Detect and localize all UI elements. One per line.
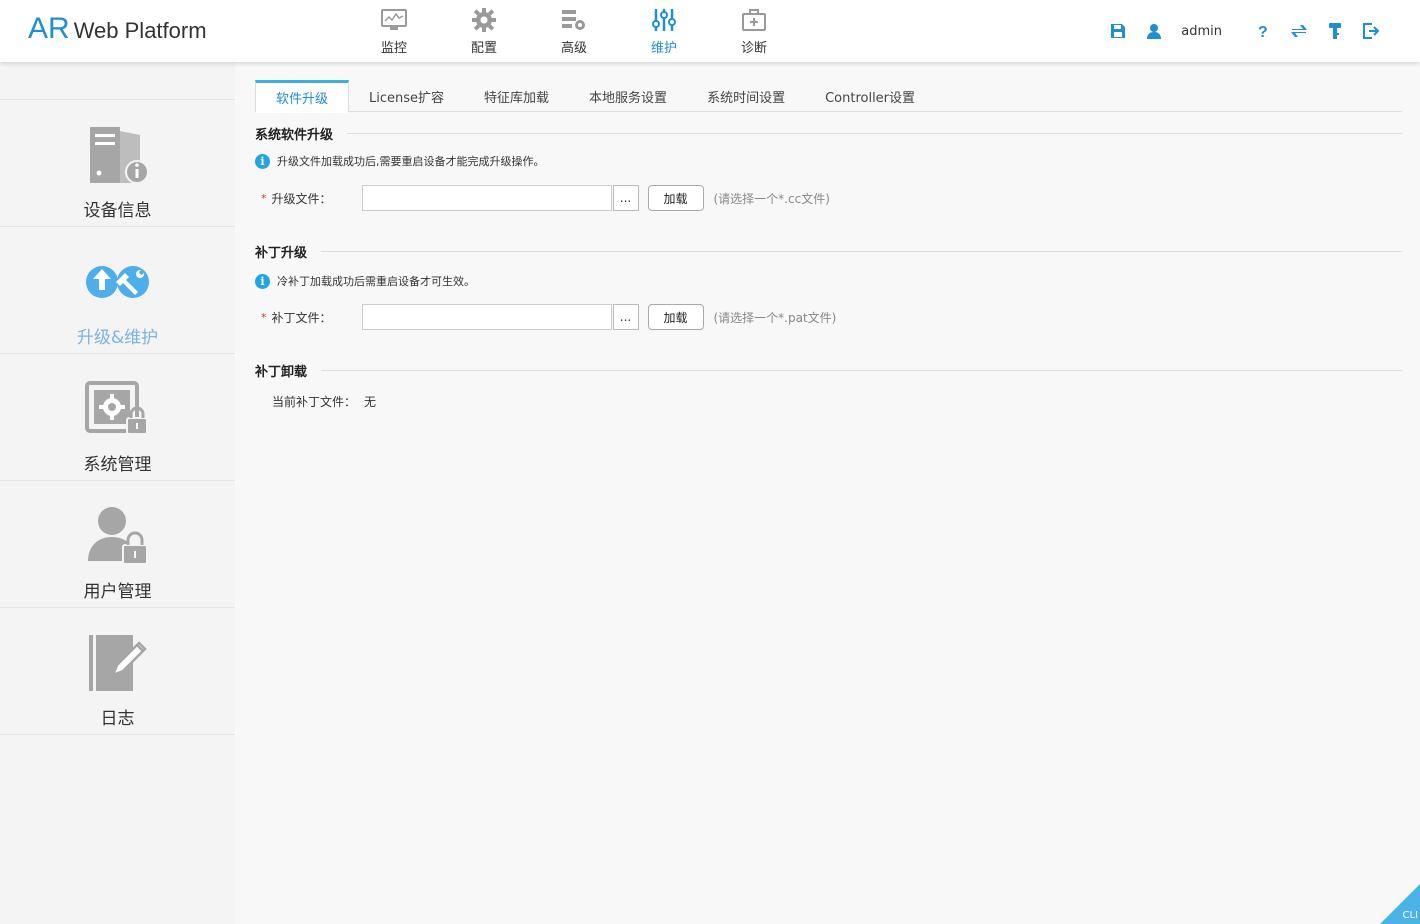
info-icon: i [255, 273, 270, 289]
tab-system-time[interactable]: 系统时间设置 [687, 80, 805, 112]
info-icon: i [255, 153, 270, 169]
upgrade-file-label: 升级文件： [271, 191, 332, 206]
tab-bar: 软件升级 License扩容 特征库加载 本地服务设置 系统时间设置 Contr… [255, 80, 1402, 113]
nav-diagnose[interactable]: 诊断 [709, 0, 799, 62]
upgrade-maintain-icon [83, 251, 153, 313]
nav-maintain-label: 维护 [650, 41, 677, 56]
tab-controller[interactable]: Controller设置 [805, 80, 935, 112]
switch-icon[interactable] [1290, 21, 1308, 41]
nav-monitor-label: 监控 [380, 41, 407, 56]
monitor-icon [381, 7, 407, 33]
first-aid-icon [741, 7, 767, 33]
divider [321, 370, 1402, 371]
log-icon [83, 632, 153, 694]
tab-license[interactable]: License扩容 [349, 80, 464, 112]
logo-ar: AR [28, 12, 70, 45]
patch-file-hint: (请选择一个*.pat文件) [713, 310, 837, 325]
user-manage-icon [83, 505, 153, 567]
patch-load-button[interactable]: 加载 [647, 304, 704, 330]
cli-button[interactable]: CLI [1380, 884, 1420, 924]
nav-monitor[interactable]: 监控 [349, 0, 439, 62]
sidebar-item-system-manage[interactable]: 系统管理 [0, 354, 235, 481]
required-mark: * [261, 310, 267, 324]
required-mark: * [261, 191, 267, 205]
tab-local-service[interactable]: 本地服务设置 [569, 80, 687, 112]
sidebar-item-device-info[interactable]: 设备信息 [0, 100, 235, 227]
advanced-icon [561, 7, 587, 33]
nav-advanced-label: 高级 [560, 41, 587, 56]
cli-label: CLI [1402, 910, 1418, 921]
sidebar: 设备信息 升级&维护 系统管理 用户管理 日志 [0, 62, 235, 924]
nav-diagnose-label: 诊断 [740, 41, 767, 56]
info-software-upgrade: i 升级文件加载成功后,需要重启设备才能完成升级操作。 [255, 153, 545, 169]
logout-icon[interactable] [1362, 21, 1380, 41]
tab-signature-load[interactable]: 特征库加载 [464, 80, 569, 112]
top-nav: 监控 配置 高级 维护 诊断 [349, 0, 799, 62]
main-content: 软件升级 License扩容 特征库加载 本地服务设置 系统时间设置 Contr… [235, 62, 1420, 924]
system-manage-icon [83, 378, 153, 440]
sidebar-item-log[interactable]: 日志 [0, 608, 235, 735]
patch-file-browse-button[interactable]: ... [612, 304, 639, 330]
username[interactable]: admin [1181, 24, 1222, 39]
sidebar-item-user-manage[interactable]: 用户管理 [0, 481, 235, 608]
header-tools: admin ? [1091, 20, 1380, 42]
nav-maintain[interactable]: 维护 [619, 0, 709, 62]
gear-icon [471, 7, 497, 33]
sidebar-item-label: 系统管理 [83, 455, 152, 475]
section-title: 补丁卸载 [255, 365, 308, 380]
upgrade-file-hint: (请选择一个*.cc文件) [713, 191, 830, 206]
help-icon[interactable]: ? [1254, 21, 1272, 41]
info-text: 升级文件加载成功后,需要重启设备才能完成升级操作。 [277, 155, 545, 168]
sidebar-item-upgrade-maintain[interactable]: 升级&维护 [0, 227, 235, 354]
current-patch-row: 当前补丁文件： 无 [272, 393, 376, 410]
section-title: 补丁升级 [255, 246, 308, 261]
upgrade-file-input[interactable] [361, 185, 612, 211]
upgrade-file-row: * 升级文件： ... 加载 (请选择一个*.cc文件) [261, 185, 830, 211]
sliders-icon [651, 7, 677, 33]
sidebar-item-label: 用户管理 [83, 582, 152, 602]
info-patch-upgrade: i 冷补丁加载成功后需重启设备才可生效。 [255, 273, 475, 289]
nav-config-label: 配置 [470, 41, 497, 56]
sidebar-spacer [0, 62, 235, 100]
logo-text: Web Platform [73, 18, 207, 43]
device-info-icon [83, 124, 153, 186]
section-software-upgrade: 系统软件升级 [255, 124, 1402, 143]
info-text: 冷补丁加载成功后需重启设备才可生效。 [277, 275, 475, 288]
tab-software-upgrade[interactable]: 软件升级 [255, 80, 350, 113]
user-icon[interactable] [1145, 21, 1163, 41]
patch-file-row: * 补丁文件： ... 加载 (请选择一个*.pat文件) [261, 304, 836, 330]
svg-text:?: ? [1258, 24, 1268, 40]
current-patch-label: 当前补丁文件： [272, 395, 357, 409]
nav-advanced[interactable]: 高级 [529, 0, 619, 62]
nav-config[interactable]: 配置 [439, 0, 529, 62]
upgrade-load-button[interactable]: 加载 [647, 185, 704, 211]
header: AR Web Platform 监控 配置 高级 维护 诊断 admin ? [0, 0, 1420, 62]
sidebar-item-label: 设备信息 [83, 201, 152, 221]
save-icon[interactable] [1109, 21, 1127, 41]
section-patch-upgrade: 补丁升级 [255, 242, 1402, 261]
divider [347, 133, 1402, 134]
logo: AR Web Platform [28, 12, 207, 46]
key-icon[interactable] [1326, 21, 1344, 41]
patch-file-input[interactable] [361, 304, 612, 330]
patch-file-label: 补丁文件： [271, 310, 332, 325]
section-patch-unload: 补丁卸载 [255, 361, 1402, 380]
sidebar-item-label: 升级&维护 [76, 328, 159, 348]
section-title: 系统软件升级 [255, 128, 334, 143]
upgrade-file-browse-button[interactable]: ... [612, 185, 639, 211]
sidebar-item-label: 日志 [100, 709, 135, 729]
divider [321, 251, 1402, 252]
current-patch-value: 无 [364, 395, 377, 409]
